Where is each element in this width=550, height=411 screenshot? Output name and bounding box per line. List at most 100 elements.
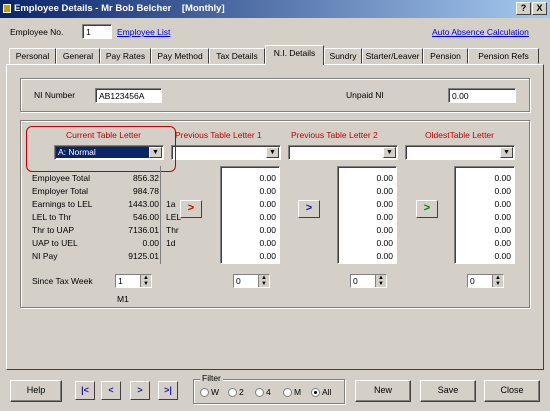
filter-w-radio[interactable] xyxy=(200,388,209,397)
tab-personal[interactable]: Personal xyxy=(9,48,56,64)
help-title-button[interactable]: ? xyxy=(516,2,531,15)
filter-2-radio[interactable] xyxy=(228,388,237,397)
tab-tax-details[interactable]: Tax Details xyxy=(209,48,265,64)
spinner-value: 0 xyxy=(353,276,358,286)
chevron-down-icon[interactable]: ▼ xyxy=(500,147,513,158)
prev2-value: 0.00 xyxy=(376,173,393,183)
row-label-earnings-to-lel: Earnings to LEL xyxy=(32,199,93,209)
spinner-value: 0 xyxy=(236,276,241,286)
previous-table-letter-2-select[interactable]: ▼ xyxy=(288,145,398,160)
oldest-value: 0.00 xyxy=(494,199,511,209)
window-title: Employee Details - Mr Bob Belcher [Month… xyxy=(14,3,225,14)
spinner-arrows-icon[interactable]: ▲ ▼ xyxy=(140,275,151,287)
filter-all-radio[interactable] xyxy=(311,388,320,397)
next-record-button[interactable]: > xyxy=(130,381,150,400)
ni-number-label: NI Number xyxy=(34,90,76,100)
prev2-value: 0.00 xyxy=(376,225,393,235)
spinner-arrows-icon[interactable]: ▲ ▼ xyxy=(492,275,503,287)
copy-to-previous-1-button[interactable]: > xyxy=(180,200,202,218)
row-label-thr-to-uap: Thr to UAP xyxy=(32,225,75,235)
oldest-value: 0.00 xyxy=(494,212,511,222)
tab-starter-leaver[interactable]: Starter/Leaver xyxy=(362,48,423,64)
tab-sundry[interactable]: Sundry xyxy=(324,48,362,64)
tab-pay-method[interactable]: Pay Method xyxy=(151,48,209,64)
prev2-value: 0.00 xyxy=(376,238,393,248)
prev2-value: 0.00 xyxy=(376,251,393,261)
ni-number-input[interactable]: AB123456A xyxy=(95,88,162,103)
employee-list-link[interactable]: Employee List xyxy=(117,27,170,37)
tab-pension[interactable]: Pension xyxy=(423,48,468,64)
copy-to-previous-2-button[interactable]: > xyxy=(298,200,320,218)
unpaid-ni-label: Unpaid NI xyxy=(346,90,384,100)
prev1-value: 0.00 xyxy=(259,199,276,209)
employee-no-label: Employee No. xyxy=(10,27,64,37)
tab-ni-details[interactable]: N.I. Details xyxy=(265,45,324,65)
row-label-lel-to-thr: LEL to Thr xyxy=(32,212,72,222)
chevron-down-icon[interactable]: ▼ xyxy=(383,147,396,158)
previous-record-button[interactable]: < xyxy=(101,381,121,400)
current-value-thr-to-uap: 7136.01 xyxy=(128,225,159,235)
current-value-earnings-to-lel: 1443.00 xyxy=(128,199,159,209)
mid-label-thr: Thr xyxy=(166,225,179,235)
oldest-value: 0.00 xyxy=(494,238,511,248)
prev1-value: 0.00 xyxy=(259,238,276,248)
column-divider xyxy=(160,166,161,264)
current-value-ni-pay: 9125.01 xyxy=(128,251,159,261)
unpaid-ni-input[interactable]: 0.00 xyxy=(448,88,516,103)
spinner-value: 0 xyxy=(470,276,475,286)
employee-no-input[interactable]: 1 xyxy=(82,24,112,39)
current-value-employee-total: 856.32 xyxy=(133,173,159,183)
new-button[interactable]: New xyxy=(355,380,411,402)
spinner-value: 1 xyxy=(118,276,123,286)
current-value-lel-to-thr: 546.00 xyxy=(133,212,159,222)
prev1-value: 0.00 xyxy=(259,251,276,261)
title-bar: Employee Details - Mr Bob Belcher [Month… xyxy=(0,0,550,18)
previous-table-letter-1-select[interactable]: ▼ xyxy=(171,145,281,160)
since-tax-week-current-spinner[interactable]: 1 ▲ ▼ xyxy=(115,274,152,288)
oldest-value: 0.00 xyxy=(494,251,511,261)
spinner-arrows-icon[interactable]: ▲ ▼ xyxy=(375,275,386,287)
since-tax-week-label: Since Tax Week xyxy=(32,276,93,286)
current-values-column: 856.32 984.78 1443.00 546.00 7136.01 0.0… xyxy=(100,166,162,264)
row-label-uap-to-uel: UAP to UEL xyxy=(32,238,78,248)
prev2-value: 0.00 xyxy=(376,212,393,222)
chevron-down-icon[interactable]: ▼ xyxy=(266,147,279,158)
close-button[interactable]: Close xyxy=(484,380,540,402)
previous-1-values-box: 0.00 0.00 0.00 0.00 0.00 0.00 0.00 xyxy=(220,166,280,264)
save-button[interactable]: Save xyxy=(420,380,476,402)
tab-general[interactable]: General xyxy=(56,48,100,64)
oldest-values-box: 0.00 0.00 0.00 0.00 0.00 0.00 0.00 xyxy=(454,166,515,264)
copy-to-oldest-button[interactable]: > xyxy=(416,200,438,218)
oldest-value: 0.00 xyxy=(494,186,511,196)
first-record-button[interactable]: |< xyxy=(75,381,95,400)
filter-2-label: 2 xyxy=(239,387,244,397)
current-value-employer-total: 984.78 xyxy=(133,186,159,196)
since-tax-week-prev2-spinner[interactable]: 0 ▲ ▼ xyxy=(350,274,387,288)
help-button[interactable]: Help xyxy=(10,380,62,402)
mid-label-1d: 1d xyxy=(166,238,176,248)
mid-label-lel: LEL xyxy=(166,212,182,222)
filter-all-label: All xyxy=(322,387,332,397)
filter-m-radio[interactable] xyxy=(283,388,292,397)
close-title-button[interactable]: X xyxy=(532,2,547,15)
since-tax-week-oldest-spinner[interactable]: 0 ▲ ▼ xyxy=(467,274,504,288)
prev1-value: 0.00 xyxy=(259,186,276,196)
since-tax-week-prev1-spinner[interactable]: 0 ▲ ▼ xyxy=(233,274,270,288)
tab-pension-refs[interactable]: Pension Refs xyxy=(468,48,539,64)
filter-m-label: M xyxy=(294,387,302,397)
filter-4-radio[interactable] xyxy=(255,388,264,397)
spinner-arrows-icon[interactable]: ▲ ▼ xyxy=(258,275,269,287)
current-value-uap-to-uel: 0.00 xyxy=(142,238,159,248)
period-label: M1 xyxy=(117,294,129,304)
last-record-button[interactable]: >| xyxy=(158,381,178,400)
oldest-value: 0.00 xyxy=(494,225,511,235)
oldest-table-letter-label: OldestTable Letter xyxy=(425,130,494,140)
oldest-table-letter-select[interactable]: ▼ xyxy=(405,145,515,160)
prev2-value: 0.00 xyxy=(376,186,393,196)
tab-pay-rates[interactable]: Pay Rates xyxy=(100,48,151,64)
auto-absence-link[interactable]: Auto Absence Calculation xyxy=(432,27,529,37)
prev1-value: 0.00 xyxy=(259,225,276,235)
prev2-value: 0.00 xyxy=(376,199,393,209)
mid-label-1a: 1a xyxy=(166,199,176,209)
filter-label: Filter xyxy=(200,373,223,383)
